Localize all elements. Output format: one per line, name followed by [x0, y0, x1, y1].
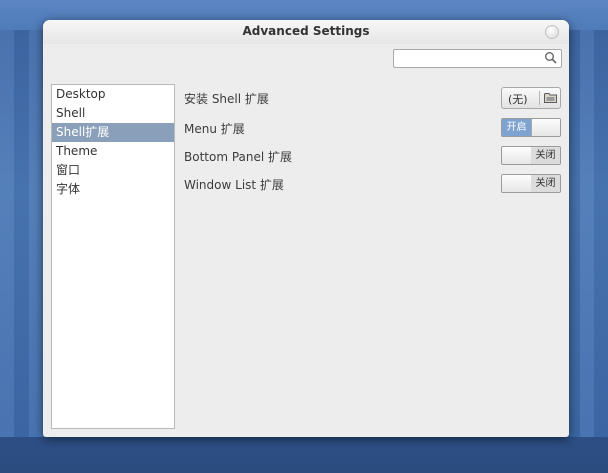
window-list-extension-label: Window List 扩展	[184, 178, 284, 192]
sidebar-item-windows[interactable]: 窗口	[52, 161, 174, 180]
menu-extension-toggle[interactable]: 开启	[501, 118, 561, 137]
close-button[interactable]	[545, 25, 559, 39]
menu-extension-row: Menu 扩展 开启	[184, 117, 561, 139]
search-icon[interactable]	[544, 51, 558, 65]
folder-icon	[544, 93, 557, 103]
toggle-off-text: 关闭	[531, 175, 560, 192]
window-title: Advanced Settings	[242, 24, 370, 38]
window-list-extension-toggle[interactable]: 关闭	[501, 174, 561, 193]
toggle-on-text: 开启	[502, 119, 531, 136]
toggle-knob	[531, 119, 560, 136]
bottom-panel-extension-toggle[interactable]: 关闭	[501, 146, 561, 165]
bottom-panel-extension-label: Bottom Panel 扩展	[184, 150, 293, 164]
install-shell-extension-label: 安装 Shell 扩展	[184, 92, 269, 106]
search-input[interactable]	[393, 49, 562, 68]
toggle-knob	[502, 175, 532, 192]
sidebar: Desktop Shell Shell扩展 Theme 窗口 字体	[51, 84, 175, 429]
desktop-bottom-panel	[0, 437, 608, 473]
toggle-knob	[502, 147, 532, 164]
sidebar-item-shell[interactable]: Shell	[52, 104, 174, 123]
sidebar-item-shell-extensions[interactable]: Shell扩展	[52, 123, 174, 142]
sidebar-item-fonts[interactable]: 字体	[52, 180, 174, 199]
install-shell-extension-row: 安装 Shell 扩展 (无)	[184, 87, 561, 109]
title-bar[interactable]: Advanced Settings	[43, 20, 569, 44]
bottom-panel-extension-row: Bottom Panel 扩展 关闭	[184, 145, 561, 167]
advanced-settings-window: Advanced Settings Desktop Shell Shell扩展 …	[43, 20, 569, 437]
sidebar-item-theme[interactable]: Theme	[52, 142, 174, 161]
window-list-extension-row: Window List 扩展 关闭	[184, 173, 561, 195]
button-separator	[539, 91, 540, 105]
toggle-off-text: 关闭	[531, 147, 560, 164]
sidebar-item-desktop[interactable]: Desktop	[52, 85, 174, 104]
menu-extension-label: Menu 扩展	[184, 122, 245, 136]
file-chooser-value: (无)	[508, 93, 528, 106]
install-extension-file-button[interactable]: (无)	[501, 87, 561, 109]
